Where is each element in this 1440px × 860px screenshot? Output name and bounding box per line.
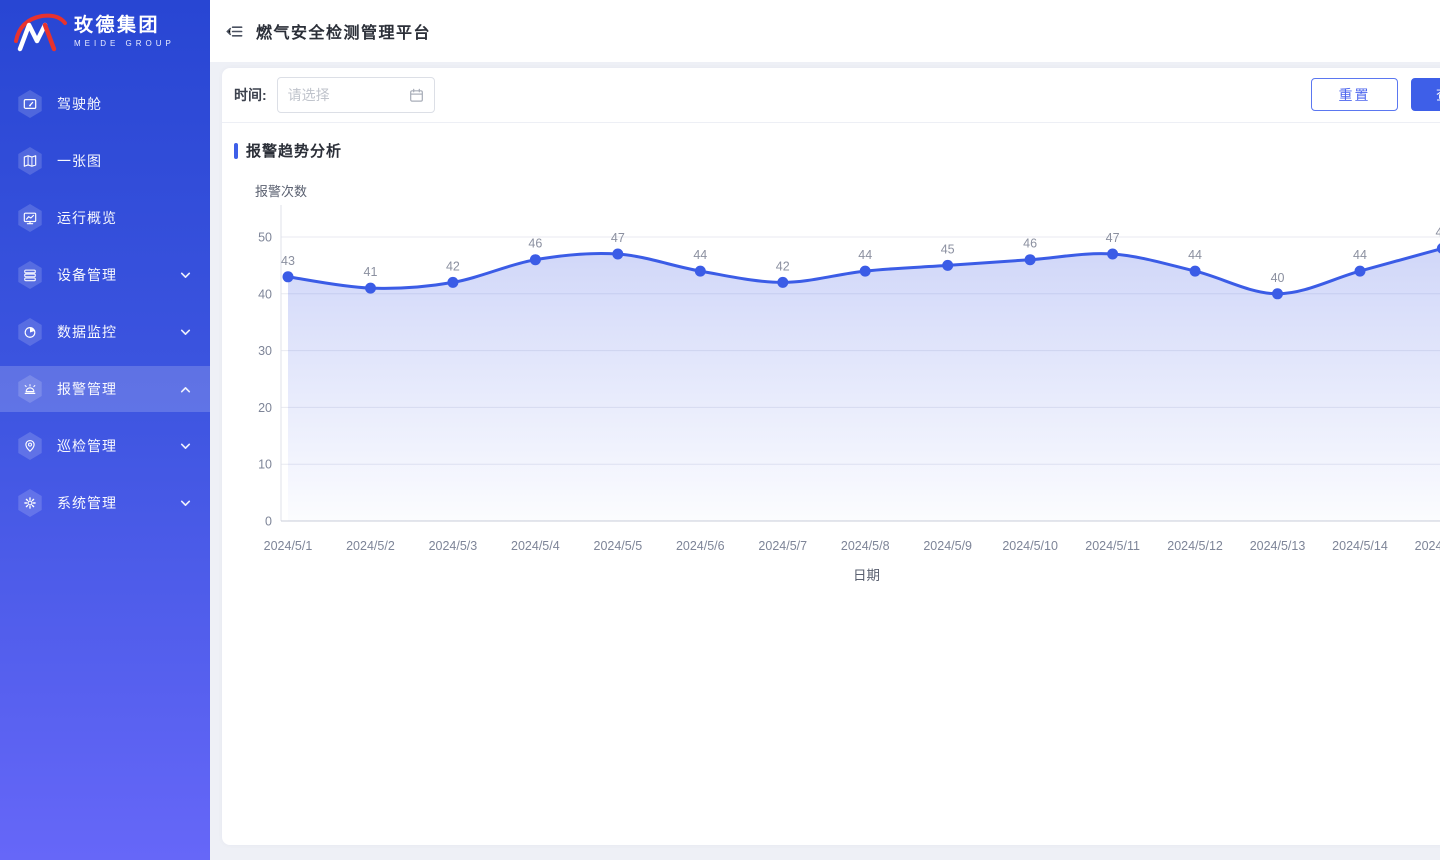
section-header: 报警趋势分析 <box>222 123 1440 161</box>
sidebar-item-label: 运行概览 <box>57 208 179 228</box>
svg-text:46: 46 <box>528 237 542 251</box>
sidebar-item-label: 驾驶舱 <box>57 94 179 114</box>
svg-text:44: 44 <box>1353 248 1367 262</box>
svg-text:2024/5/10: 2024/5/10 <box>1002 539 1058 553</box>
data-pie-icon <box>17 318 43 346</box>
map-icon <box>17 147 43 175</box>
svg-text:10: 10 <box>258 458 272 472</box>
system-gear-icon <box>17 489 43 517</box>
meide-logo-icon <box>12 11 70 53</box>
sidebar-item-label: 巡检管理 <box>57 436 179 456</box>
sidebar-item-label: 数据监控 <box>57 322 179 342</box>
section-accent-bar <box>234 143 238 159</box>
logo-company-name: 玫德集团 <box>74 16 175 37</box>
sidebar-menu: 驾驶舱 一张图 运行概览 设备管理 <box>0 81 210 526</box>
svg-text:2024/5/11: 2024/5/11 <box>1085 539 1140 553</box>
patrol-pin-icon <box>17 432 43 460</box>
svg-text:40: 40 <box>258 287 272 301</box>
chevron-down-icon <box>179 269 192 282</box>
svg-text:2024/5/2: 2024/5/2 <box>346 539 395 553</box>
sidebar-item-cockpit[interactable]: 驾驶舱 <box>0 81 210 127</box>
svg-text:2024/5/5: 2024/5/5 <box>594 539 643 553</box>
cockpit-dashboard-icon <box>17 90 43 118</box>
sidebar-item-overview[interactable]: 运行概览 <box>0 195 210 241</box>
chevron-up-icon <box>179 383 192 396</box>
sidebar-item-patrol[interactable]: 巡检管理 <box>0 423 210 469</box>
svg-text:42: 42 <box>446 259 460 273</box>
svg-text:2024/5/13: 2024/5/13 <box>1250 539 1306 553</box>
filter-bar: 时间: 请选择 重置 查询 <box>222 68 1440 123</box>
svg-text:47: 47 <box>611 231 625 245</box>
svg-text:日期: 日期 <box>853 568 880 583</box>
time-filter-label: 时间: <box>234 85 267 105</box>
svg-text:20: 20 <box>258 401 272 415</box>
sidebar-item-onemap[interactable]: 一张图 <box>0 138 210 184</box>
svg-text:2024/5/4: 2024/5/4 <box>511 539 560 553</box>
sidebar-item-devices[interactable]: 设备管理 <box>0 252 210 298</box>
svg-text:2024/5/12: 2024/5/12 <box>1167 539 1223 553</box>
chevron-down-icon <box>179 326 192 339</box>
svg-text:40: 40 <box>1271 271 1285 285</box>
alarm-trend-chart: 0 10 20 30 40 50 43 2024/5/1 41 2024/5/2 42 2024/5/… <box>222 178 1440 613</box>
svg-text:48: 48 <box>1435 225 1440 239</box>
sidebar-item-label: 系统管理 <box>57 493 179 513</box>
svg-text:2024/5/15: 2024/5/15 <box>1415 539 1440 553</box>
query-button[interactable]: 查询 <box>1411 78 1440 111</box>
svg-text:2024/5/1: 2024/5/1 <box>264 539 313 553</box>
svg-text:0: 0 <box>265 515 272 529</box>
reset-button[interactable]: 重置 <box>1311 78 1398 111</box>
svg-text:2024/5/6: 2024/5/6 <box>676 539 725 553</box>
svg-text:50: 50 <box>258 231 272 245</box>
svg-text:42: 42 <box>776 259 790 273</box>
calendar-icon <box>409 88 424 103</box>
svg-text:2024/5/3: 2024/5/3 <box>429 539 478 553</box>
sidebar-item-label: 报警管理 <box>57 379 179 399</box>
svg-text:44: 44 <box>1188 248 1202 262</box>
sidebar-item-label: 设备管理 <box>57 265 179 285</box>
top-header: 燃气安全检测管理平台 <box>210 0 1440 62</box>
overview-monitor-icon <box>17 204 43 232</box>
logo-company-subtitle: MEIDE GROUP <box>74 39 175 48</box>
svg-text:44: 44 <box>693 248 707 262</box>
sidebar-item-data-monitor[interactable]: 数据监控 <box>0 309 210 355</box>
sidebar-item-alarm-management[interactable]: 报警管理 <box>0 366 210 412</box>
chevron-down-icon <box>179 497 192 510</box>
device-server-icon <box>17 261 43 289</box>
svg-text:2024/5/7: 2024/5/7 <box>758 539 807 553</box>
sidebar-item-system[interactable]: 系统管理 <box>0 480 210 526</box>
svg-text:41: 41 <box>364 265 378 279</box>
svg-text:2024/5/14: 2024/5/14 <box>1332 539 1388 553</box>
time-picker-placeholder: 请选择 <box>288 85 409 105</box>
svg-text:2024/5/8: 2024/5/8 <box>841 539 890 553</box>
svg-text:47: 47 <box>1106 231 1120 245</box>
section-title: 报警趋势分析 <box>246 140 342 161</box>
svg-text:46: 46 <box>1023 237 1037 251</box>
svg-text:30: 30 <box>258 344 272 358</box>
svg-text:报警次数: 报警次数 <box>255 184 307 199</box>
svg-text:2024/5/9: 2024/5/9 <box>923 539 972 553</box>
page-title: 燃气安全检测管理平台 <box>256 19 431 43</box>
content-card: 时间: 请选择 重置 查询 报警趋势分析 0 10 20 30 40 50 43 2024/5… <box>222 68 1440 845</box>
svg-text:45: 45 <box>941 242 955 256</box>
svg-text:43: 43 <box>281 254 295 268</box>
svg-text:44: 44 <box>858 248 872 262</box>
chevron-down-icon <box>179 440 192 453</box>
sidebar: 玫德集团 MEIDE GROUP 驾驶舱 一张图 运行概览 <box>0 0 210 860</box>
logo: 玫德集团 MEIDE GROUP <box>0 0 210 64</box>
alarm-bell-icon <box>17 375 43 403</box>
time-picker-input[interactable]: 请选择 <box>277 77 435 113</box>
line-chart-svg: 0 10 20 30 40 50 43 2024/5/1 41 2024/5/2 42 2024/5/… <box>222 178 1440 613</box>
sidebar-item-label: 一张图 <box>57 151 179 171</box>
fold-sidebar-icon[interactable] <box>223 20 245 42</box>
